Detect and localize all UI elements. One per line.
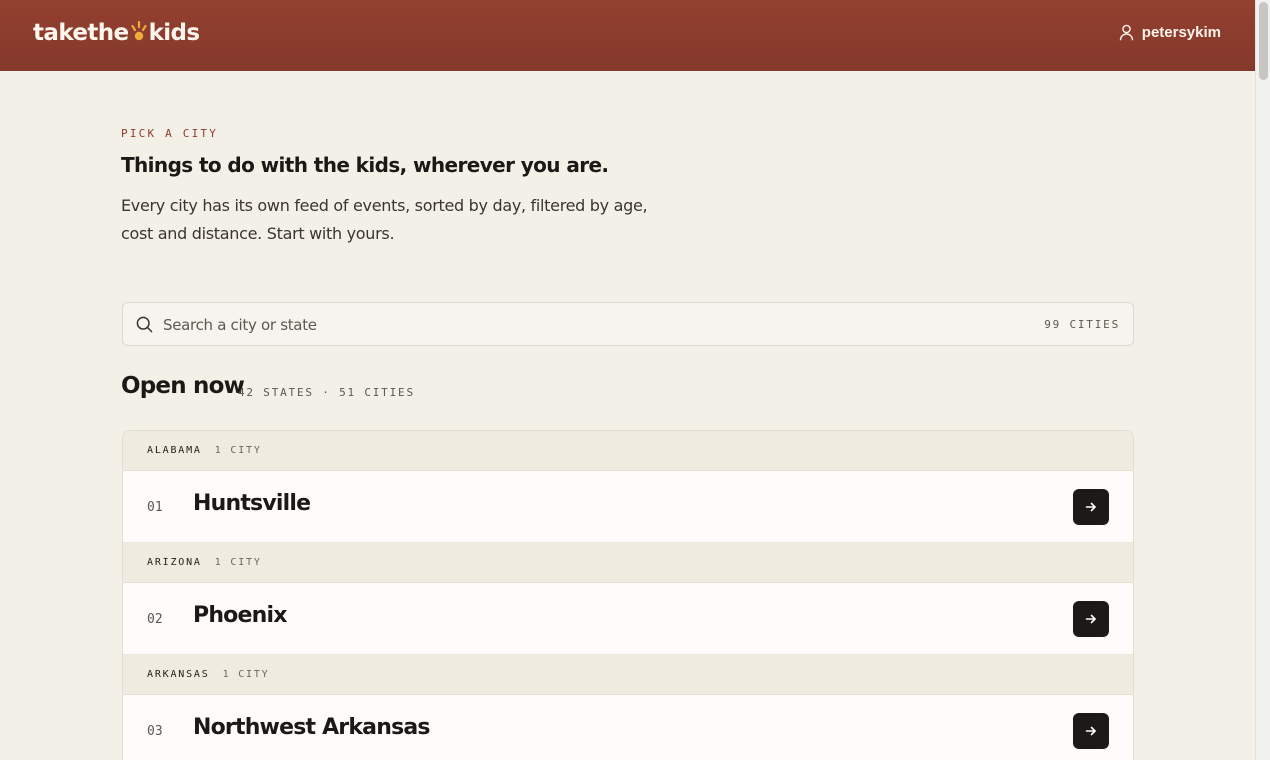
sun-icon: [130, 18, 148, 48]
city-name[interactable]: Phoenix: [193, 603, 287, 628]
state-city-count: 1 CITY: [222, 669, 270, 680]
arrow-right-icon: [1085, 502, 1096, 512]
logo-text-part2: kids: [148, 20, 201, 46]
user-menu[interactable]: petersykim: [1119, 24, 1221, 41]
page-title: Things to do with the kids, wherever you…: [121, 153, 609, 177]
open-city-button[interactable]: [1073, 601, 1109, 637]
page: takethe kids petersykim PICK A CITY Thin…: [0, 0, 1255, 760]
logo-text-part1: takethe: [33, 20, 129, 46]
logo[interactable]: takethe kids: [33, 18, 200, 48]
user-icon: [1119, 24, 1134, 41]
city-row-huntsville[interactable]: 01 Huntsville: [123, 471, 1133, 543]
intro-text: Every city has its own feed of events, s…: [121, 196, 648, 243]
state-header-alabama: ALABAMA 1 CITY: [123, 431, 1133, 471]
city-list: ALABAMA 1 CITY 01 Huntsville ARIZONA 1 C…: [122, 430, 1134, 760]
arrow-right-icon: [1085, 614, 1096, 624]
city-name[interactable]: Northwest Arkansas: [193, 715, 431, 740]
city-row-northwest-arkansas[interactable]: 03 Northwest Arkansas: [123, 695, 1133, 760]
username: petersykim: [1141, 24, 1221, 41]
state-name: ARKANSAS: [147, 669, 210, 680]
state-name: ARIZONA: [147, 557, 202, 568]
state-city-count: 1 CITY: [214, 445, 262, 456]
city-row-phoenix[interactable]: 02 Phoenix: [123, 583, 1133, 655]
search-icon: [136, 316, 153, 338]
open-city-button[interactable]: [1073, 489, 1109, 525]
city-number: 02: [147, 612, 163, 627]
arrow-right-icon: [1085, 726, 1096, 736]
state-header-arizona: ARIZONA 1 CITY: [123, 543, 1133, 583]
section-meta: 42 STATES · 51 CITIES: [238, 386, 415, 399]
eyebrow-label: PICK A CITY: [121, 127, 219, 140]
search-input[interactable]: [163, 311, 1003, 339]
city-number: 03: [147, 724, 163, 739]
search-result-count: 99 CITIES: [1044, 318, 1120, 331]
search-box: 99 CITIES: [122, 302, 1134, 346]
open-city-button[interactable]: [1073, 713, 1109, 749]
scrollbar-thumb[interactable]: [1259, 2, 1268, 80]
site-header: takethe kids petersykim: [0, 0, 1255, 71]
city-number: 01: [147, 500, 163, 515]
vertical-scrollbar[interactable]: [1255, 0, 1270, 760]
state-city-count: 1 CITY: [214, 557, 262, 568]
state-name: ALABAMA: [147, 445, 202, 456]
city-name[interactable]: Huntsville: [193, 491, 311, 516]
section-title: Open now: [121, 373, 245, 399]
state-header-arkansas: ARKANSAS 1 CITY: [123, 655, 1133, 695]
